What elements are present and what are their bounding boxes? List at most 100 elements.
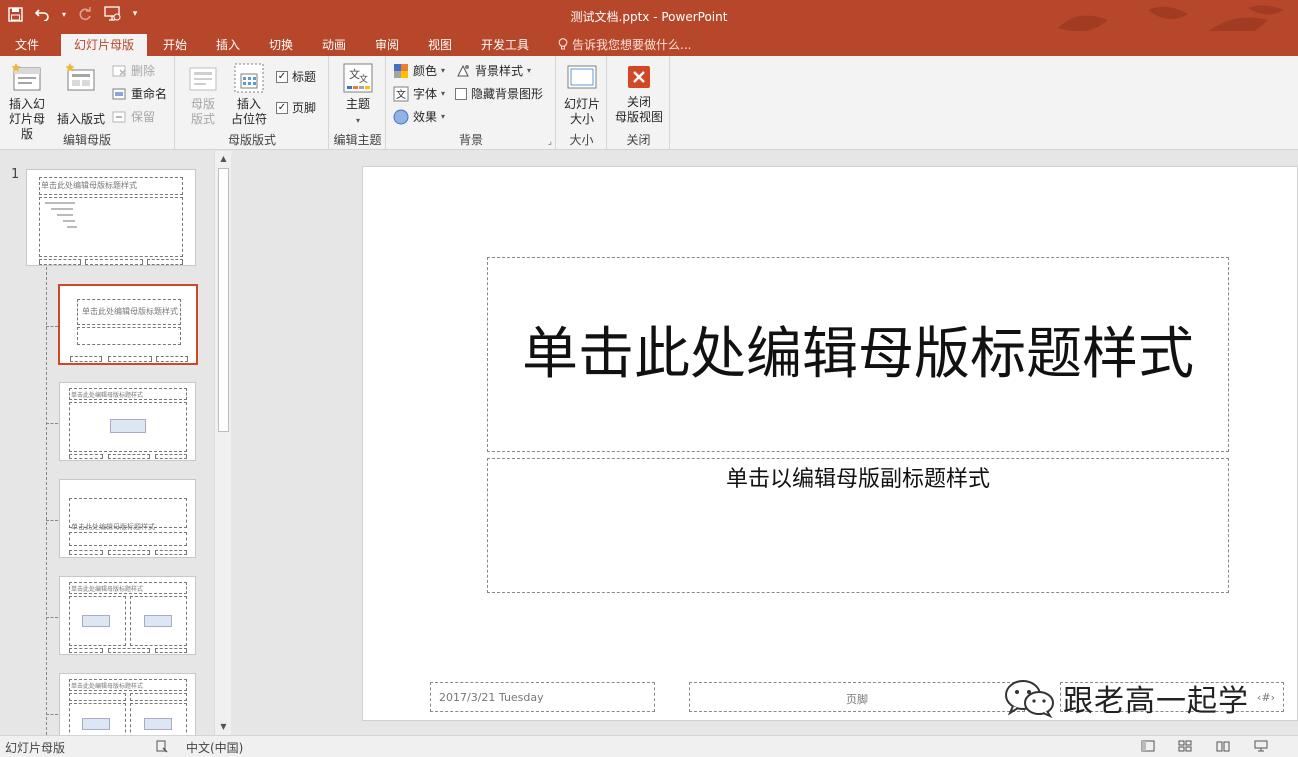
thumbnail-title-content-layout[interactable]: 单击此处编辑母版标题样式: [59, 382, 196, 461]
effects-icon: [393, 109, 409, 125]
title-check-label: 标题: [292, 70, 317, 84]
thumbnail-section-header-layout[interactable]: 单击此处编辑母版标题样式: [59, 479, 196, 558]
thumb-footer-box: [108, 648, 150, 653]
tab-developer[interactable]: 开发工具: [472, 34, 538, 56]
thumb-footer-box: [69, 648, 103, 653]
hide-background-checkbox[interactable]: 隐藏背景图形: [455, 84, 543, 104]
footer-checkbox[interactable]: ✓ 页脚: [276, 98, 316, 118]
background-dialog-launcher-icon[interactable]: ⌟: [548, 137, 552, 147]
fonts-icon: 文: [393, 86, 409, 102]
tab-transitions[interactable]: 切换: [259, 34, 303, 56]
group-label-edit-theme: 编辑主题: [333, 133, 382, 147]
close-master-view-button[interactable]: 关闭 母版视图: [612, 62, 666, 125]
preserve-button[interactable]: 保留: [111, 107, 155, 127]
effects-dropdown[interactable]: 效果 ▾: [393, 107, 445, 127]
background-styles-dropdown[interactable]: 背景样式 ▾: [455, 61, 531, 81]
thumb-content-placeholder: [82, 718, 110, 730]
tab-view[interactable]: 视图: [418, 34, 462, 56]
colors-caret-icon: ▾: [441, 66, 446, 75]
thumb-heading-box: [130, 693, 187, 701]
slide-canvas[interactable]: 单击此处编辑母版标题样式 单击以编辑母版副标题样式 2017/3/21 Tues…: [362, 166, 1298, 721]
thumbnail-connector: [46, 423, 58, 424]
tab-home[interactable]: 开始: [153, 34, 197, 56]
date-placeholder[interactable]: 2017/3/21 Tuesday: [430, 682, 655, 712]
powerpoint-window: ▾ ▾ 测试文档.pptx - PowerPoint 文件 幻灯片母版 开始 插…: [0, 0, 1298, 757]
status-bar: 幻灯片母版 中文(中国): [0, 735, 1298, 757]
tab-insert[interactable]: 插入: [206, 34, 250, 56]
rename-button[interactable]: 重命名: [111, 84, 167, 104]
thumbnail-scrollbar[interactable]: ▲ ▼: [214, 151, 231, 735]
tab-slide-master[interactable]: 幻灯片母版: [61, 34, 147, 56]
delete-button[interactable]: 删除: [111, 61, 155, 81]
group-background: 颜色 ▾ 文 字体 ▾ 效果 ▾ 背景样式 ▾ 隐藏背景图形 背景 ⌟: [387, 56, 556, 150]
insert-layout-button[interactable]: 插入版式: [54, 62, 108, 127]
title-check-icon: ✓: [276, 71, 288, 83]
thumb-footer-box: [108, 454, 150, 459]
date-placeholder-text: 2017/3/21 Tuesday: [439, 691, 544, 704]
preserve-label: 保留: [131, 110, 156, 124]
slide-sorter-icon[interactable]: [1177, 739, 1193, 753]
watermark: 跟老高一起学: [1003, 676, 1249, 720]
thumb-footer-box: [108, 550, 150, 555]
footer-placeholder[interactable]: 页脚: [689, 682, 1025, 712]
thumb-body-line: [63, 220, 75, 222]
tab-animations[interactable]: 动画: [312, 34, 356, 56]
slide-size-button[interactable]: 幻灯片 大小: [559, 62, 605, 127]
close-master-view-icon: [628, 66, 650, 88]
subtitle-placeholder-text: 单击以编辑母版副标题样式: [725, 467, 990, 492]
thumb-content-placeholder: [110, 419, 146, 433]
tab-file[interactable]: 文件: [4, 34, 50, 56]
colors-label: 颜色: [413, 64, 438, 78]
thumb-body-box: [39, 197, 183, 257]
colors-dropdown[interactable]: 颜色 ▾: [393, 61, 445, 81]
reading-view-icon[interactable]: [1215, 739, 1231, 753]
rename-label: 重命名: [131, 87, 168, 101]
group-master-layout: 母版 版式 插入 占位符 ✓ 标题 ✓ 页脚 母版版式: [176, 56, 329, 150]
thumb-body-line: [57, 214, 73, 216]
thumbnail-connector: [46, 714, 58, 715]
rename-icon: [112, 88, 126, 100]
scrollbar-thumb[interactable]: [218, 168, 229, 432]
group-label-edit-master: 编辑母版: [62, 133, 111, 147]
insert-placeholder-icon: [234, 63, 264, 93]
thumb-footer-box: [155, 550, 187, 555]
background-styles-caret-icon: ▾: [527, 66, 532, 75]
group-close: 关闭 母版视图 关闭: [608, 56, 670, 150]
wechat-logo-icon: [1005, 680, 1054, 718]
fonts-dropdown[interactable]: 文 字体 ▾: [393, 84, 445, 104]
insert-slide-master-button[interactable]: 插入幻 灯片母版: [4, 62, 50, 142]
hide-background-check-icon: [455, 88, 467, 100]
tell-me-search[interactable]: 告诉我您想要做什么...: [558, 34, 691, 56]
thumb-content-placeholder: [144, 718, 172, 730]
title-bar: ▾ ▾ 测试文档.pptx - PowerPoint: [0, 0, 1298, 51]
title-checkbox[interactable]: ✓ 标题: [276, 67, 316, 87]
thumbnail-two-content-layout[interactable]: 单击此处编辑母版标题样式: [59, 576, 196, 655]
title-placeholder[interactable]: 单击此处编辑母版标题样式: [487, 257, 1229, 452]
scroll-up-icon[interactable]: ▲: [215, 151, 232, 167]
subtitle-placeholder[interactable]: 单击以编辑母版副标题样式: [487, 458, 1229, 593]
insert-layout-label: 插入版式: [56, 112, 105, 126]
master-layout-button[interactable]: 母版 版式: [182, 62, 224, 127]
insert-placeholder-label: 插入 占位符: [230, 97, 267, 126]
thumb-title-text: 单击此处编辑母版标题样式: [71, 523, 155, 531]
background-styles-icon: [457, 64, 469, 77]
thumb-footer-box: [70, 356, 102, 362]
group-edit-master: 插入幻 灯片母版 插入版式 删除 重命名 保留 编辑母版: [0, 56, 175, 150]
status-language[interactable]: 中文(中国): [186, 739, 243, 756]
normal-view-icon[interactable]: [1140, 739, 1156, 753]
thumbnail-slide-master[interactable]: 单击此处编辑母版标题样式: [26, 169, 196, 266]
slide-size-label: 幻灯片 大小: [563, 97, 600, 126]
insert-placeholder-button[interactable]: 插入 占位符: [226, 62, 272, 127]
fonts-caret-icon: ▾: [441, 89, 446, 98]
scroll-down-icon[interactable]: ▼: [215, 719, 232, 735]
thumb-heading-box: [69, 693, 126, 701]
footer-check-label: 页脚: [292, 101, 317, 115]
thumb-title-text: 单击此处编辑母版标题样式: [71, 683, 144, 690]
themes-button[interactable]: 文 文 主题 ▾: [336, 62, 380, 128]
accessibility-icon[interactable]: [154, 739, 170, 753]
thumb-footer-box: [155, 648, 187, 653]
tab-review[interactable]: 审阅: [365, 34, 409, 56]
slideshow-view-icon[interactable]: [1253, 739, 1269, 753]
thumbnail-title-layout[interactable]: 单击此处编辑母版标题样式: [58, 284, 198, 365]
thumb-content-placeholder: [144, 615, 172, 627]
